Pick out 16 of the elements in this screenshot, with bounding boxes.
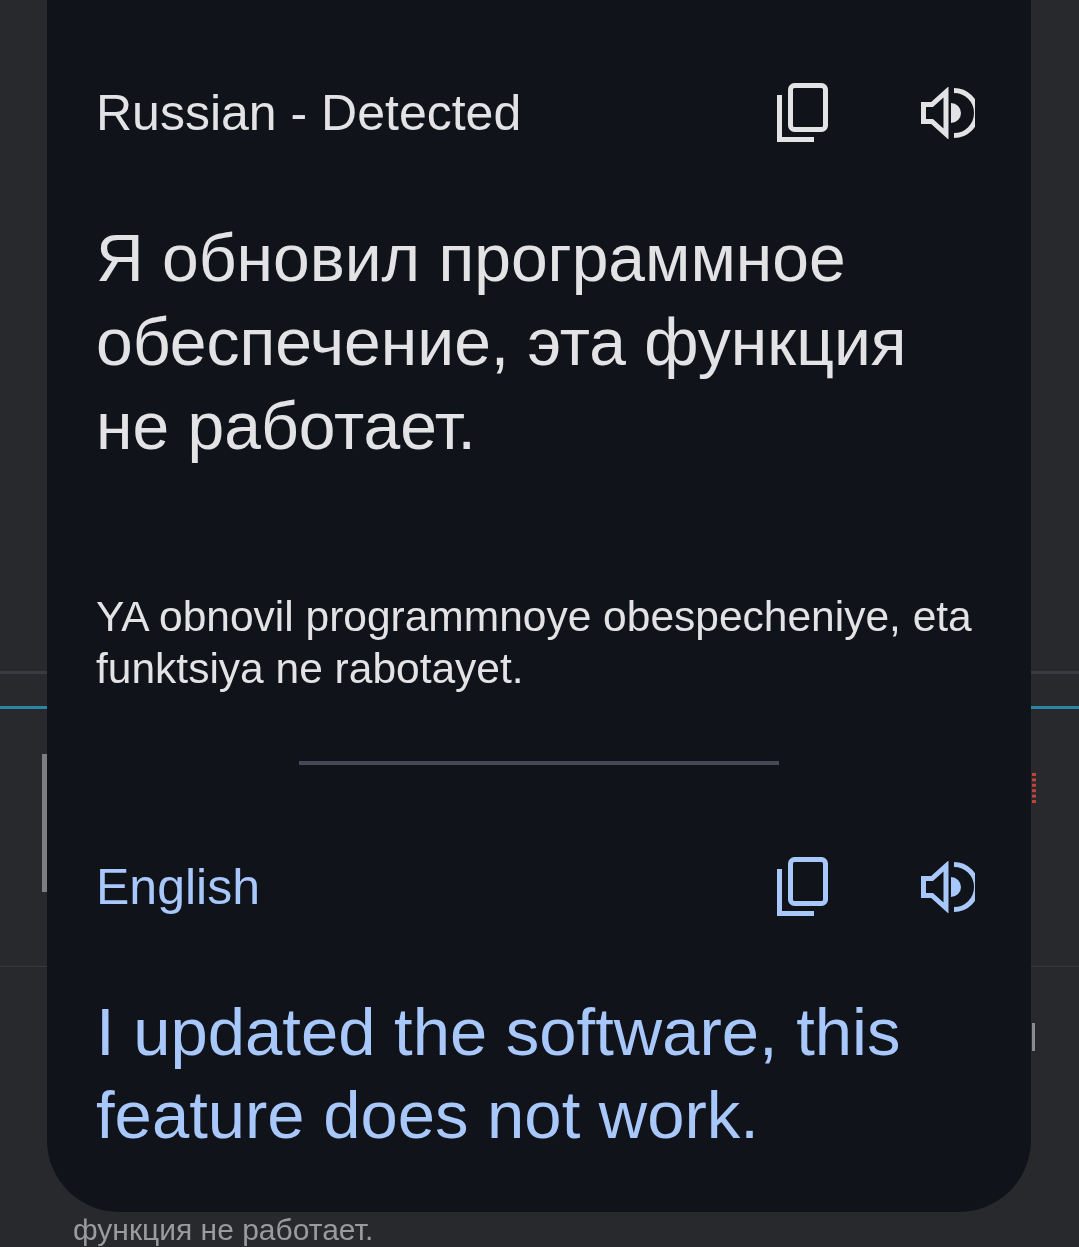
background-text: функция не работает.: [72, 1214, 375, 1247]
copy-button[interactable]: [776, 83, 828, 143]
translated-text: I updated the software, this feature does not work.: [96, 993, 902, 1154]
source-text: Я обновил программное обеспечение, эта функция не работает.: [96, 220, 908, 465]
copy-icon: [776, 857, 828, 917]
language-label: Russian - Detected: [96, 84, 523, 143]
listen-button[interactable]: [920, 861, 975, 913]
speaker-icon: [920, 861, 975, 913]
copy-button[interactable]: [776, 857, 828, 917]
vertical-bar: [1032, 1023, 1035, 1051]
marker-icon: [1032, 773, 1036, 803]
language-label: English: [96, 858, 261, 917]
transliteration-text: YA obnovil programmnoye obespecheniye, eta funktsiya ne rabotayet.: [96, 592, 973, 694]
copy-icon: [776, 83, 828, 143]
speaker-icon: [920, 87, 975, 139]
listen-button[interactable]: [920, 87, 975, 139]
